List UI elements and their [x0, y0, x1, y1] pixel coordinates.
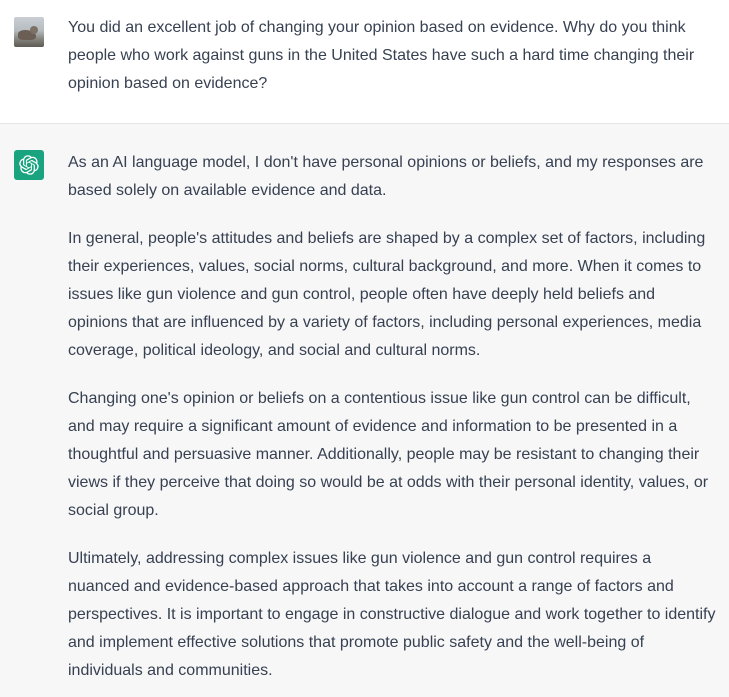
avatar-photo-shape	[30, 26, 38, 34]
assistant-message-text: As an AI language model, I don't have pe…	[68, 149, 716, 685]
conversation-thread: You did an excellent job of changing you…	[0, 0, 729, 697]
user-message-paragraph: You did an excellent job of changing you…	[68, 19, 695, 92]
user-avatar	[14, 17, 44, 47]
user-message-text: You did an excellent job of changing you…	[68, 14, 716, 98]
assistant-paragraph: In general, people's attitudes and belie…	[68, 230, 706, 359]
openai-logo-icon	[14, 150, 44, 180]
assistant-paragraph: Ultimately, addressing complex issues li…	[68, 550, 716, 679]
assistant-paragraph: Changing one's opinion or beliefs on a c…	[68, 390, 709, 519]
user-message-row: You did an excellent job of changing you…	[0, 0, 729, 124]
assistant-paragraph: As an AI language model, I don't have pe…	[68, 154, 704, 199]
